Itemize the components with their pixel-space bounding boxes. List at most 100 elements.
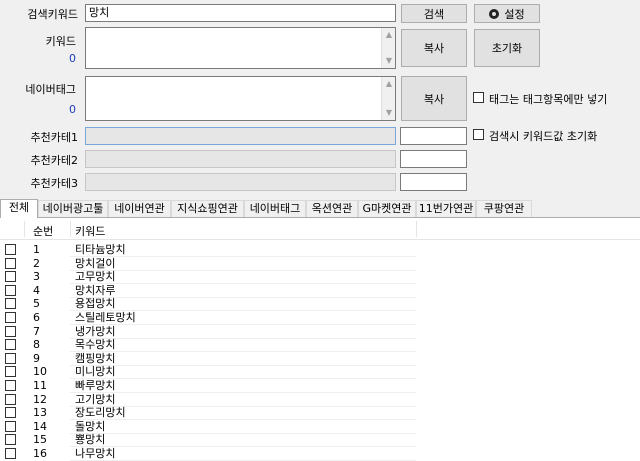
tab-naver-ad-tool[interactable]: 네이버광고툴 <box>38 200 108 217</box>
row-number: 8 <box>33 338 40 352</box>
keyword-scrollbar[interactable]: ▲ ▼ <box>381 28 395 68</box>
keyword-copy-label: 복사 <box>423 42 445 55</box>
row-keyword: 티타늄망치 <box>75 243 126 256</box>
rec-cat2-input[interactable] <box>400 150 467 168</box>
table-row[interactable]: 14 돌망치 <box>0 420 640 434</box>
rec-cat1-label: 추천카테1 <box>30 131 78 144</box>
search-keyword-input[interactable]: 망치 <box>85 4 396 22</box>
tab-auction-related[interactable]: 옥션연관 <box>306 200 358 217</box>
reset-button[interactable]: 초기화 <box>474 29 540 67</box>
row-keyword: 돌망치 <box>75 419 106 433</box>
col-no-header[interactable]: 순번 <box>33 223 53 239</box>
row-keyword: 고기망치 <box>75 392 116 406</box>
rec-cat3-field <box>85 173 396 191</box>
naver-tag-textarea[interactable]: ▲ ▼ <box>85 76 396 121</box>
keyword-count: 0 <box>69 52 76 65</box>
keyword-textarea[interactable]: ▲ ▼ <box>85 27 396 69</box>
table-row[interactable]: 6 스틸레토망치 <box>0 311 640 325</box>
row-checkbox[interactable] <box>5 393 16 405</box>
row-checkbox[interactable] <box>5 352 16 364</box>
settings-button[interactable]: 설정 <box>474 4 540 23</box>
rec-cat1-input[interactable] <box>400 127 467 145</box>
scroll-down-icon[interactable]: ▼ <box>382 55 396 67</box>
scroll-up-icon[interactable]: ▲ <box>382 78 396 90</box>
tab-naver-tag[interactable]: 네이버태그 <box>244 200 306 217</box>
row-checkbox[interactable] <box>5 325 16 337</box>
table-row[interactable]: 13 장도리망치 <box>0 406 640 421</box>
row-keyword: 빠루망치 <box>75 379 116 392</box>
rec-cat3-input[interactable] <box>400 173 467 191</box>
reset-button-label: 초기화 <box>491 42 523 55</box>
tab-coupang-related[interactable]: 쿠팡연관 <box>476 200 532 217</box>
tab-strip: 전체 네이버광고툴 네이버연관 지식쇼핑연관 네이버태그 옥션연관 G마켓연관 … <box>0 199 640 218</box>
list-header: 순번 키워드 <box>0 218 640 240</box>
row-keyword: 용접망치 <box>75 297 116 311</box>
row-number: 2 <box>33 256 40 270</box>
table-row[interactable]: 7 냉가망치 <box>0 325 640 339</box>
tab-11st-related[interactable]: 11번가연관 <box>416 200 476 217</box>
row-number: 1 <box>33 243 40 256</box>
row-keyword: 스틸레토망치 <box>75 311 136 324</box>
row-number: 6 <box>33 311 40 324</box>
table-row[interactable]: 2 망치걸이 <box>0 257 640 271</box>
naver-tag-label: 네이버태그 <box>25 83 76 96</box>
rec-cat2-label: 추천카테2 <box>30 154 78 167</box>
tag-only-checkbox[interactable] <box>473 92 484 103</box>
naver-tag-scrollbar[interactable]: ▲ ▼ <box>381 77 395 120</box>
row-keyword: 캠핑망치 <box>75 351 116 365</box>
table-row[interactable]: 8 목수망치 <box>0 338 640 353</box>
keyword-list[interactable]: 순번 키워드 1 티타늄망치 2 망치걸이 3 고무망치 4 망치자루 5 용접망치 6 스틸레토망치… <box>0 217 640 461</box>
reset-on-search-checkbox[interactable] <box>473 129 484 140</box>
table-row[interactable]: 15 뿅망치 <box>0 433 640 448</box>
table-row[interactable]: 12 고기망치 <box>0 393 640 407</box>
table-row[interactable]: 1 티타늄망치 <box>0 243 640 257</box>
table-row[interactable]: 10 미니망치 <box>0 365 640 380</box>
row-checkbox[interactable] <box>5 434 16 446</box>
table-row[interactable]: 9 캠핑망치 <box>0 352 640 366</box>
table-row[interactable]: 11 빠루망치 <box>0 379 640 393</box>
rec-cat2-field <box>85 150 396 168</box>
row-number: 5 <box>33 297 40 311</box>
row-checkbox[interactable] <box>5 420 16 432</box>
row-checkbox[interactable] <box>5 257 16 269</box>
search-button-label: 검색 <box>423 7 445 21</box>
row-number: 13 <box>33 406 47 420</box>
row-number: 9 <box>33 351 40 365</box>
table-row[interactable]: 3 고무망치 <box>0 270 640 285</box>
tab-gmarket-related[interactable]: G마켓연관 <box>358 200 416 217</box>
row-keyword: 나무망치 <box>75 447 116 460</box>
row-keyword: 목수망치 <box>75 338 116 352</box>
keyword-label: 키워드 <box>45 35 76 48</box>
search-button[interactable]: 검색 <box>401 4 467 23</box>
table-row[interactable]: 5 용접망치 <box>0 297 640 312</box>
row-checkbox[interactable] <box>5 271 16 283</box>
row-checkbox[interactable] <box>5 448 16 459</box>
table-row[interactable]: 16 나무망치 <box>0 447 640 461</box>
row-checkbox[interactable] <box>5 244 16 255</box>
tab-naver-related[interactable]: 네이버연관 <box>108 200 171 217</box>
gear-icon <box>489 8 500 19</box>
tag-only-label: 태그는 태그항목에만 넣기 <box>489 93 608 106</box>
row-number: 14 <box>33 419 47 433</box>
row-checkbox[interactable] <box>5 339 16 351</box>
table-row[interactable]: 4 망치자루 <box>0 284 640 298</box>
row-checkbox[interactable] <box>5 380 16 391</box>
scroll-down-icon[interactable]: ▼ <box>382 107 396 119</box>
row-checkbox[interactable] <box>5 366 16 378</box>
row-number: 4 <box>33 283 40 297</box>
settings-button-label: 설정 <box>504 7 525 21</box>
row-number: 15 <box>33 433 47 447</box>
row-checkbox[interactable] <box>5 312 16 323</box>
row-checkbox[interactable] <box>5 407 16 419</box>
keyword-copy-button[interactable]: 복사 <box>401 29 467 67</box>
tab-shopping-related[interactable]: 지식쇼핑연관 <box>171 200 244 217</box>
row-keyword: 망치자루 <box>75 283 116 297</box>
naver-tag-copy-label: 복사 <box>423 92 445 106</box>
naver-tag-copy-button[interactable]: 복사 <box>401 76 467 121</box>
row-keyword: 망치걸이 <box>75 256 116 270</box>
row-checkbox[interactable] <box>5 284 16 296</box>
col-keyword-header[interactable]: 키워드 <box>75 223 105 239</box>
scroll-up-icon[interactable]: ▲ <box>382 29 396 41</box>
row-checkbox[interactable] <box>5 298 16 310</box>
tab-all[interactable]: 전체 <box>0 199 38 218</box>
